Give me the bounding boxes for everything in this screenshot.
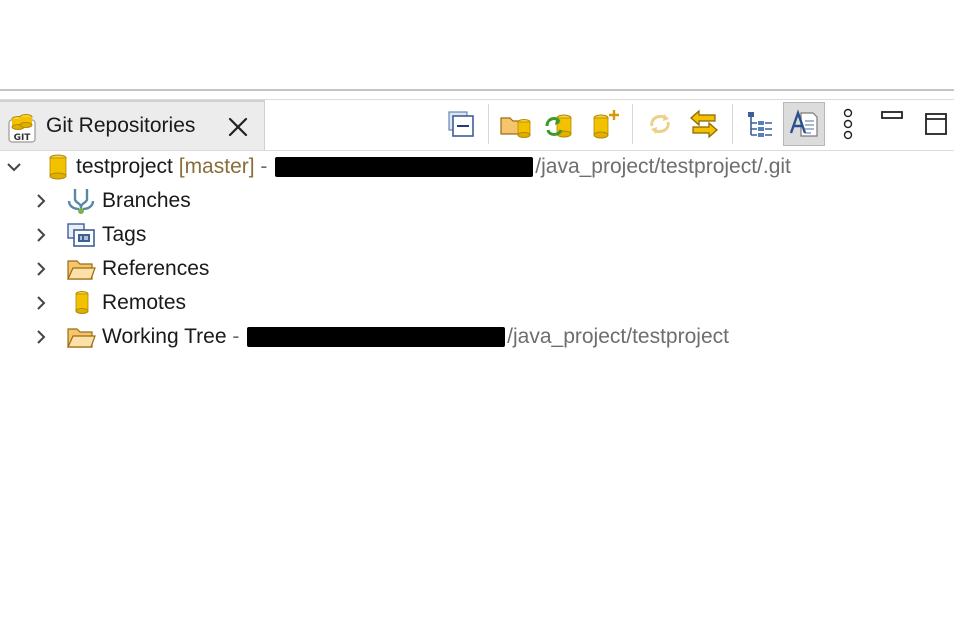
tree-label: Branches	[102, 189, 191, 212]
branches-icon	[67, 189, 95, 214]
tree-row-references[interactable]: References	[0, 252, 954, 286]
header-divider	[0, 89, 954, 91]
repository-branch: [master]	[178, 155, 255, 178]
chevron-right-icon[interactable]	[32, 226, 50, 244]
repository-separator: -	[254, 155, 274, 178]
tree-label: Tags	[102, 223, 147, 246]
chevron-right-icon[interactable]	[32, 260, 50, 278]
tree-label: References	[102, 257, 210, 280]
tree-label: Remotes	[102, 291, 187, 314]
tree-row-branches[interactable]: Branches	[0, 184, 954, 218]
repository-name: testproject	[76, 155, 173, 178]
collapse-all-icon	[448, 111, 474, 137]
view-tab-bar: GIT Git Repositories	[0, 99, 954, 151]
link-with-selection-icon	[690, 109, 718, 139]
git-repositories-icon: GIT	[8, 114, 36, 143]
maximize-button[interactable]	[918, 100, 954, 148]
toolbar-separator	[632, 104, 633, 144]
close-icon[interactable]	[226, 115, 250, 139]
tree-row-remotes[interactable]: Remotes	[0, 286, 954, 320]
maximize-icon	[925, 113, 947, 135]
tree-row-tags[interactable]: Tags	[0, 218, 954, 252]
tab-git-repositories[interactable]: GIT Git Repositories	[0, 100, 265, 150]
chevron-down-icon[interactable]	[5, 158, 23, 176]
tree-layout-icon	[748, 112, 772, 137]
more-vertical-icon	[843, 108, 853, 140]
clone-repository-icon	[545, 114, 572, 138]
redacted-path-segment	[275, 157, 534, 178]
folder-icon	[67, 328, 96, 348]
tree-row-working-tree[interactable]: Working Tree - /java_project/testproject	[0, 320, 954, 354]
redacted-path-segment	[247, 327, 506, 348]
chevron-right-icon[interactable]	[32, 328, 50, 346]
refresh-button[interactable]	[640, 100, 680, 148]
add-repository-icon	[593, 110, 619, 139]
tree-label: Working Tree	[102, 325, 227, 348]
tab-title: Git Repositories	[46, 114, 196, 137]
create-repository-button[interactable]	[584, 100, 624, 148]
toolbar-separator	[732, 104, 733, 144]
folder-repository-icon	[500, 117, 531, 138]
hierarchical-layout-button[interactable]	[740, 100, 780, 148]
svg-text:GIT: GIT	[14, 133, 32, 143]
folder-icon	[67, 260, 96, 280]
remote-repository-icon	[75, 291, 89, 314]
add-existing-repository-button[interactable]	[496, 100, 536, 148]
repository-icon	[49, 154, 67, 180]
chevron-right-icon[interactable]	[32, 294, 50, 312]
repository-path: /java_project/testproject/.git	[535, 155, 791, 178]
tags-icon	[67, 223, 95, 247]
collapse-all-button[interactable]	[442, 100, 480, 148]
working-tree-separator: -	[226, 325, 246, 348]
tree-row-repository[interactable]: testproject [master] - /java_project/tes…	[0, 150, 954, 184]
clone-repository-button[interactable]	[540, 100, 580, 148]
show-label-details-button[interactable]	[783, 102, 825, 146]
chevron-right-icon[interactable]	[32, 192, 50, 210]
working-tree-path: /java_project/testproject	[507, 325, 729, 348]
label-details-icon	[789, 109, 818, 137]
link-with-selection-button[interactable]	[684, 100, 724, 148]
minimize-icon	[881, 111, 903, 119]
toolbar-separator	[488, 104, 489, 144]
refresh-icon	[650, 114, 670, 134]
view-menu-button[interactable]	[832, 100, 864, 148]
minimize-button[interactable]	[874, 100, 910, 148]
